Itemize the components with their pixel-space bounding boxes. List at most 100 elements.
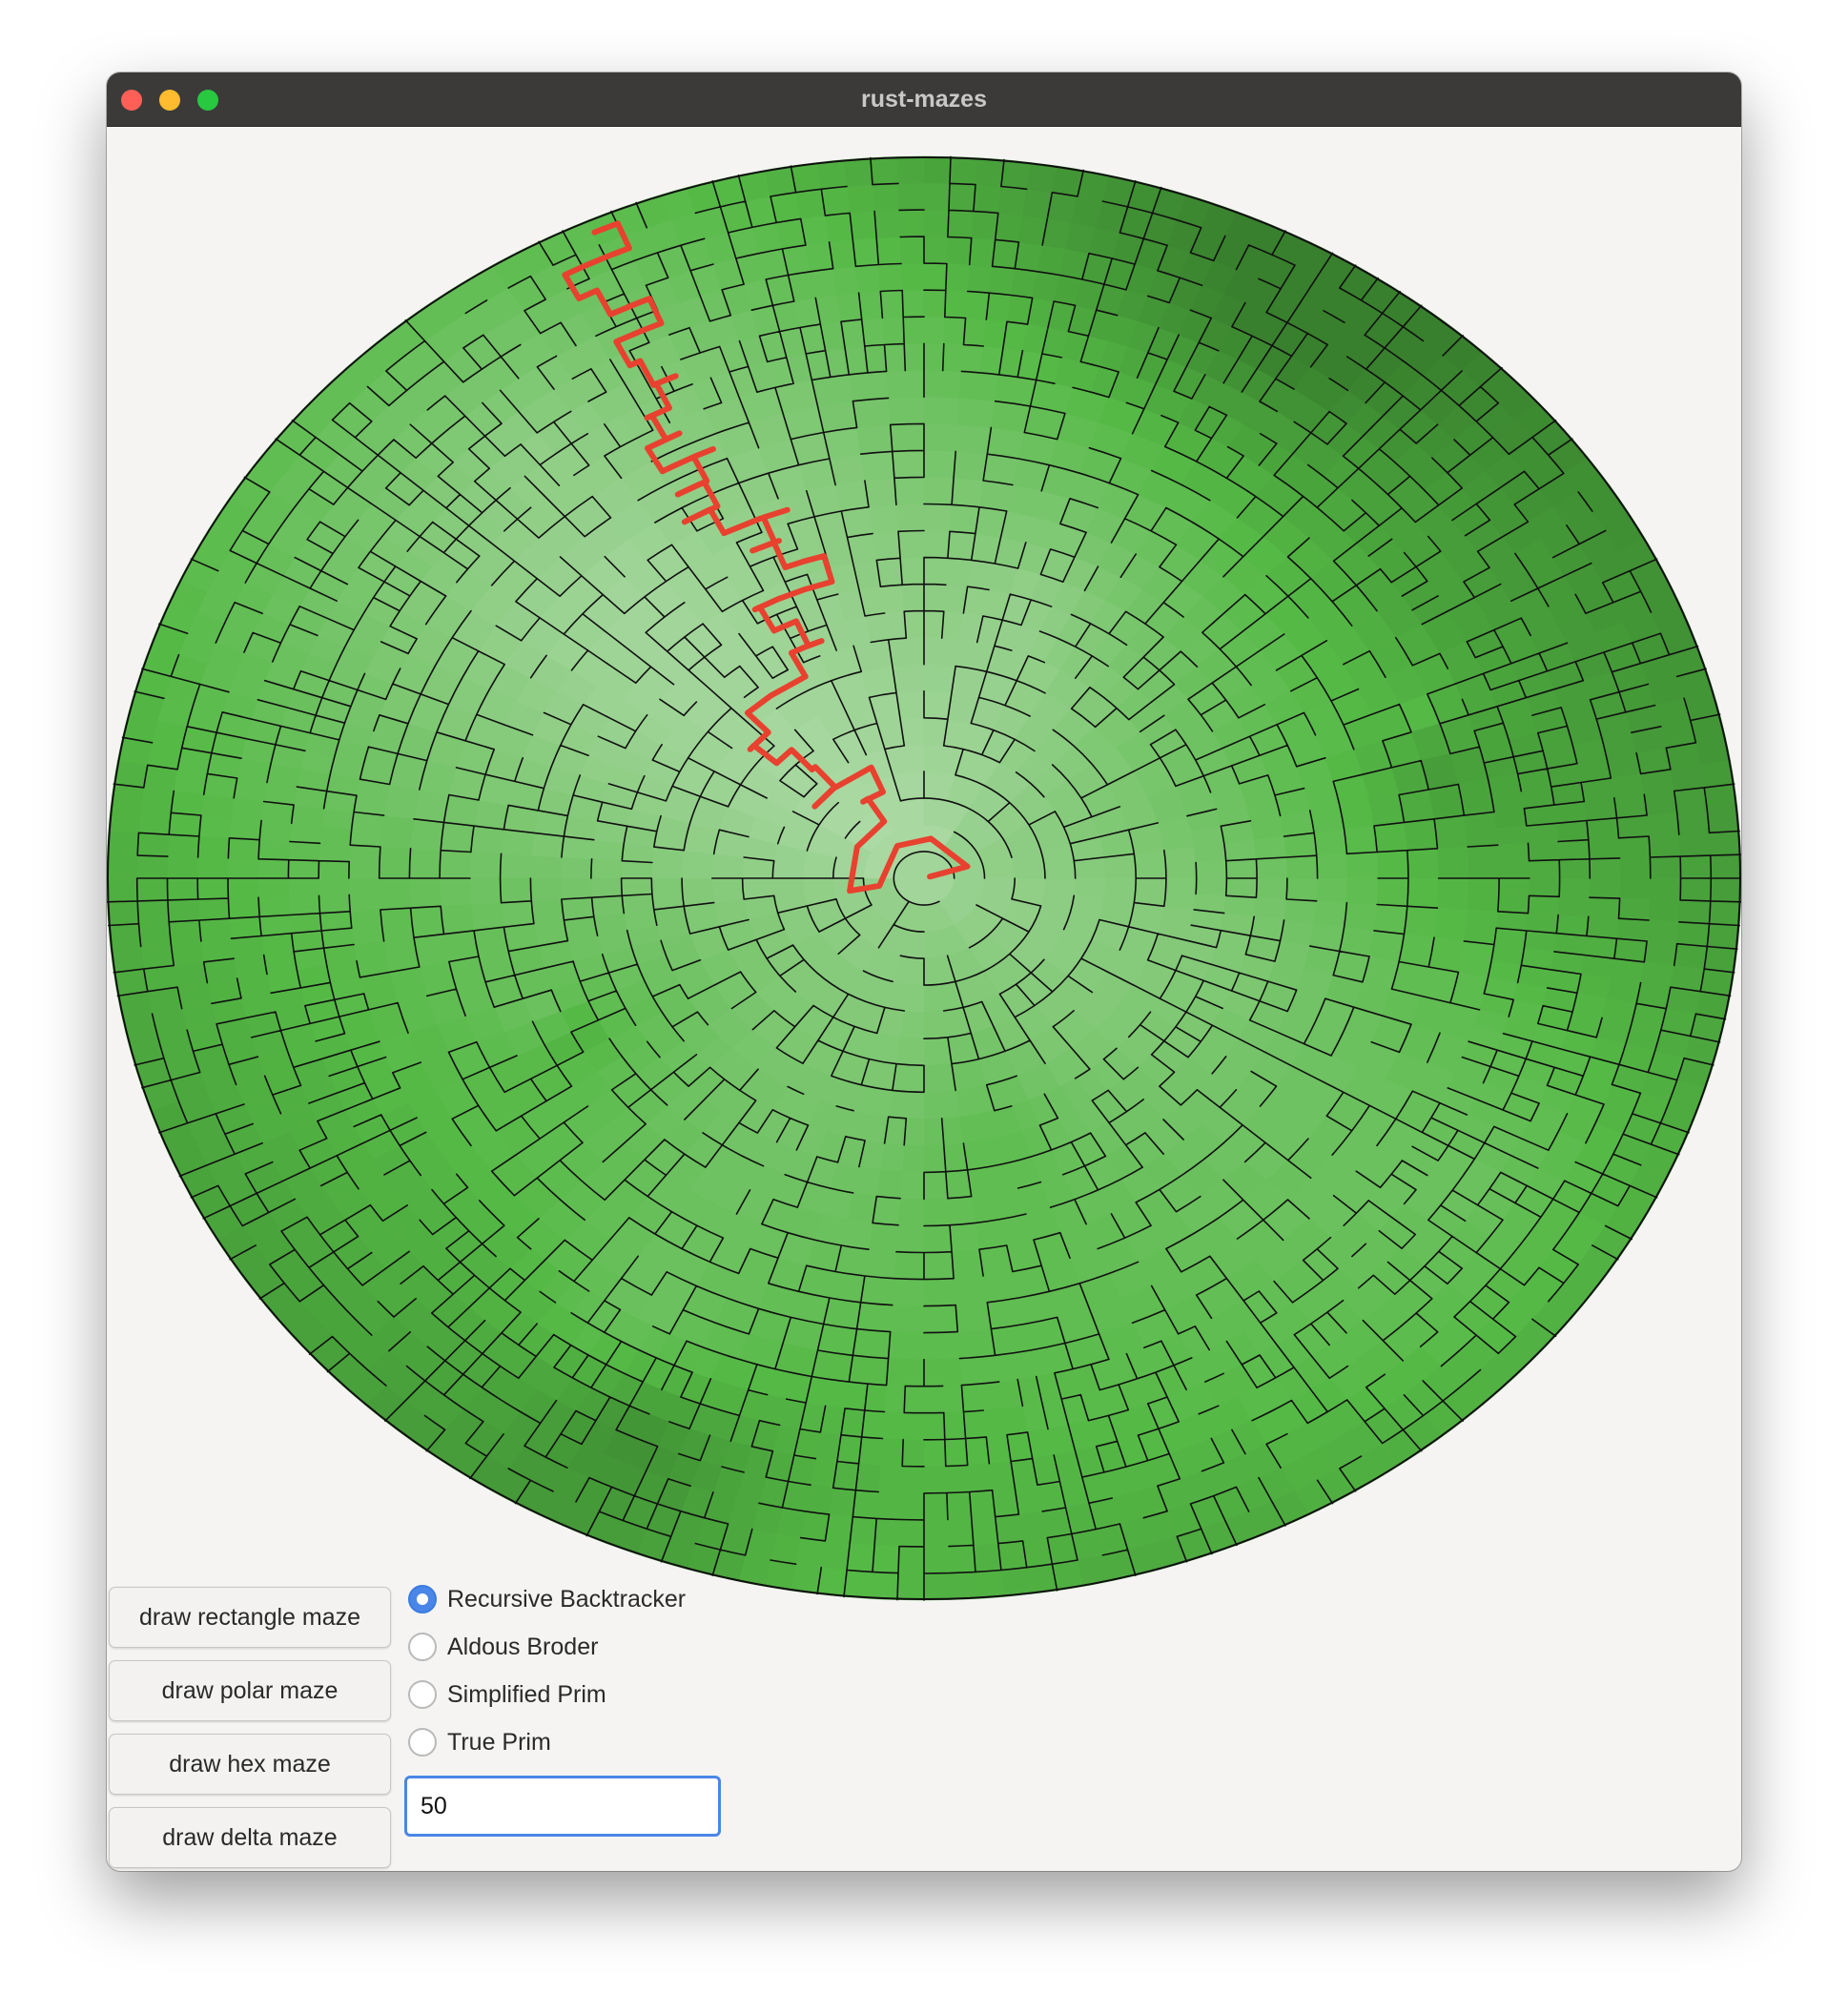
- maze-cell: [882, 1411, 905, 1440]
- maze-cell: [895, 690, 925, 720]
- maze-cell: [1706, 923, 1740, 950]
- draw-hex-maze-button[interactable]: draw hex maze: [109, 1734, 391, 1795]
- maze-size-input[interactable]: [404, 1776, 721, 1837]
- maze-cell: [258, 915, 293, 936]
- maze-cell: [901, 289, 925, 318]
- maze-cell: [257, 877, 290, 898]
- maze-cell: [895, 1037, 925, 1066]
- maze-cell: [349, 812, 384, 848]
- maze-cell: [1497, 894, 1530, 915]
- algorithm-option-aldous-broder[interactable]: Aldous Broder: [408, 1631, 598, 1663]
- algorithm-option-recursive-backtracker[interactable]: Recursive Backtracker: [408, 1583, 686, 1615]
- draw-delta-maze-button[interactable]: draw delta maze: [109, 1807, 391, 1868]
- maze-cell: [923, 477, 955, 505]
- maze-cell: [289, 913, 322, 935]
- maze-cell: [872, 1196, 901, 1226]
- maze-cell: [923, 530, 951, 559]
- maze-cell: [849, 1516, 877, 1546]
- maze-cell: [1313, 900, 1347, 928]
- maze-cell: [888, 1090, 925, 1120]
- algorithm-option-simplified-prim[interactable]: Simplified Prim: [408, 1678, 606, 1711]
- maze-cell: [949, 1572, 978, 1600]
- maze-cell: [650, 846, 685, 879]
- maze-cell: [923, 1063, 956, 1093]
- maze-cell: [621, 894, 655, 914]
- maze-cell: [107, 900, 139, 926]
- maze-cell: [470, 825, 504, 854]
- maze-cell: [852, 398, 892, 428]
- maze-cell: [1195, 877, 1227, 896]
- maze-cell: [1433, 907, 1468, 942]
- maze-cell: [923, 369, 962, 399]
- maze-cell: [1610, 773, 1645, 799]
- maze-cell: [560, 856, 592, 879]
- maze-cell: [1588, 896, 1620, 919]
- maze-cell: [834, 480, 870, 512]
- maze-cell: [1495, 825, 1529, 846]
- maze-cell: [943, 317, 966, 345]
- maze-cell: [318, 860, 350, 879]
- maze-cell: [923, 1439, 947, 1468]
- maze-cell: [138, 810, 172, 835]
- maze-cell: [967, 1463, 993, 1492]
- maze-cell: [947, 530, 976, 561]
- maze-cell: [1618, 897, 1651, 921]
- maze-cell: [107, 831, 139, 856]
- maze-cell: [1679, 877, 1712, 902]
- maze-cell: [167, 877, 198, 901]
- maze-cell: [956, 398, 996, 428]
- maze-cell: [860, 1275, 895, 1305]
- radio-simplified-prim[interactable]: [408, 1680, 437, 1709]
- maze-cell: [948, 1545, 976, 1573]
- maze-cell: [1193, 843, 1227, 863]
- maze-cell: [1376, 877, 1409, 907]
- maze-cell: [870, 1572, 899, 1600]
- maze-cell: [971, 1516, 999, 1546]
- maze-cell: [198, 917, 232, 942]
- maze-cell: [923, 584, 947, 612]
- maze-cell: [975, 1219, 1008, 1250]
- maze-cell: [897, 1546, 925, 1574]
- maze-cell: [228, 837, 260, 860]
- maze-cell: [951, 1248, 984, 1280]
- draw-rectangle-maze-button[interactable]: draw rectangle maze: [109, 1587, 391, 1648]
- maze-cell: [469, 852, 502, 879]
- maze-cell: [501, 829, 535, 856]
- maze-cell: [469, 877, 502, 905]
- maze-cell: [1256, 877, 1288, 900]
- algorithm-option-true-prim[interactable]: True Prim: [408, 1726, 551, 1758]
- maze-cell: [409, 877, 441, 909]
- radio-recursive-backtracker[interactable]: [408, 1585, 437, 1613]
- radio-label: Aldous Broder: [447, 1633, 599, 1660]
- radio-aldous-broder[interactable]: [408, 1633, 437, 1661]
- maze-cell: [1646, 812, 1680, 837]
- maze-cell: [861, 1409, 885, 1439]
- maze-cell: [923, 182, 951, 211]
- maze-cell: [836, 292, 863, 322]
- maze-cell: [893, 1251, 925, 1280]
- maze-cell: [1646, 919, 1680, 945]
- maze-cell: [982, 1408, 1008, 1438]
- maze-cell: [197, 835, 230, 859]
- maze-cell: [1589, 877, 1621, 899]
- maze-cell: [846, 1543, 875, 1572]
- maze-cell: [820, 1540, 851, 1571]
- maze-cell: [975, 1570, 1005, 1599]
- maze-cell: [825, 213, 853, 243]
- maze-cell: [1678, 832, 1712, 857]
- maze-cell: [923, 1090, 960, 1120]
- maze-cell: [167, 855, 198, 879]
- radio-true-prim[interactable]: [408, 1728, 437, 1757]
- draw-polar-maze-button[interactable]: draw polar maze: [109, 1660, 391, 1721]
- maze-cell: [1407, 848, 1439, 879]
- maze-cell: [959, 1354, 1000, 1386]
- maze-cell: [923, 262, 948, 291]
- maze-cell: [864, 477, 897, 508]
- maze-cell: [1339, 799, 1375, 831]
- maze-cell: [975, 157, 1005, 187]
- radio-label: Recursive Backtracker: [447, 1585, 687, 1613]
- maze-cell: [203, 957, 238, 983]
- maze-cell: [1404, 905, 1438, 938]
- maze-cell: [944, 290, 969, 319]
- maze-cell: [530, 898, 565, 924]
